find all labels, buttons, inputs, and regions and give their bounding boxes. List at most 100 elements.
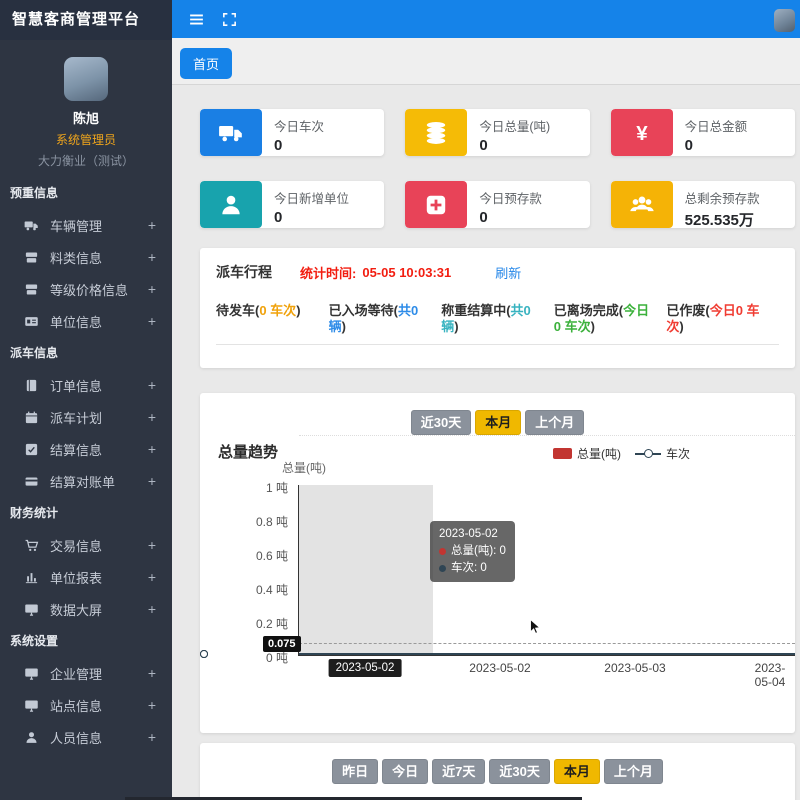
expand-plus-icon[interactable]: + [148,569,156,585]
tooltip-row: 车次: 0 [439,560,506,577]
y-tick-label: 1 吨 [200,479,288,496]
range-button[interactable]: 本月 [554,759,600,784]
expand-plus-icon[interactable]: + [148,665,156,681]
range-button[interactable]: 近7天 [432,759,485,784]
tooltip-series-dot [439,548,446,555]
expand-plus-icon[interactable]: + [148,473,156,489]
expand-plus-icon[interactable]: + [148,729,156,745]
legend-item-trips[interactable]: 车次 [635,445,690,462]
nav-item-icon [24,602,39,617]
stat-card: ¥ 今日总金额 0 [611,109,795,156]
sidebar-nav-item[interactable]: 数据大屏 + [0,593,172,625]
nav-item-icon [24,410,39,425]
stat-card: 今日预存款 0 [405,181,589,228]
header-avatar[interactable] [774,9,795,32]
nav-item-label: 企业管理 [50,664,102,683]
y-axis-name: 总量(吨) [282,459,326,476]
sidebar-nav-item[interactable]: 交易信息 + [0,529,172,561]
stat-icon [200,181,262,228]
nav-item-label: 派车计划 [50,408,102,427]
sidebar-nav-item[interactable]: 站点信息 + [0,689,172,721]
axis-pointer-shadow [299,485,433,655]
nav-item-label: 交易信息 [50,536,102,555]
expand-plus-icon[interactable]: + [148,217,156,233]
sidebar-nav-item[interactable]: 派车计划 + [0,401,172,433]
nav-item-label: 车辆管理 [50,216,102,235]
sidebar-nav-item[interactable]: 料类信息 + [0,241,172,273]
svg-text:¥: ¥ [636,122,648,145]
stat-card: 今日新增单位 0 [200,181,384,228]
nav-item-label: 结算信息 [50,440,102,459]
stat-icon [200,109,262,156]
expand-plus-icon[interactable]: + [148,313,156,329]
threshold-label: 0.075 [263,636,301,652]
legend-item-total[interactable]: 总量(吨) [553,445,621,462]
dispatch-tab[interactable]: 称重结算中(共0辆) [441,303,554,335]
expand-plus-icon[interactable]: + [148,281,156,297]
stat-icon [405,181,467,228]
dispatch-title: 派车行程 [216,262,272,282]
expand-plus-icon[interactable]: + [148,697,156,713]
expand-plus-icon[interactable]: + [148,441,156,457]
line-marker [200,650,208,658]
range-button[interactable]: 近30天 [489,759,549,784]
range-button[interactable]: 昨日 [332,759,378,784]
y-axis-line [298,485,299,655]
range-button[interactable]: 本月 [475,410,521,435]
menu-collapse-icon[interactable] [188,11,205,28]
dispatch-tab[interactable]: 已入场等待(共0辆) [329,303,442,335]
range-button[interactable]: 上个月 [525,410,584,435]
nav-item-icon [24,282,39,297]
sidebar-nav-item[interactable]: 结算对账单 + [0,465,172,497]
x-tick-label: 2023-05-03 [604,661,665,675]
dispatch-tabs: 待发车(0 车次) 已入场等待(共0辆) 称重结算中(共0辆) 已离场完成(今日… [216,303,779,345]
tab-home[interactable]: 首页 [180,48,232,79]
top-header [172,0,800,38]
range-button[interactable]: 上个月 [604,759,663,784]
dispatch-tab[interactable]: 已离场完成(今日0 车次) [554,303,667,335]
sidebar-nav-item[interactable]: 单位报表 + [0,561,172,593]
expand-plus-icon[interactable]: + [148,537,156,553]
sidebar-nav-item[interactable]: 结算信息 + [0,433,172,465]
fullscreen-icon[interactable] [221,11,238,28]
nav-item-label: 等级价格信息 [50,280,128,299]
expand-plus-icon[interactable]: + [148,601,156,617]
dispatch-card: 派车行程 统计时间: 05-05 10:03:31 刷新 待发车(0 车次) 已… [200,248,795,368]
expand-plus-icon[interactable]: + [148,409,156,425]
tooltip-row: 总量(吨): 0 [439,543,506,560]
sidebar-nav-item[interactable]: 车辆管理 + [0,209,172,241]
trend-chart-card: 近30天 本月 上个月 总量趋势 总量(吨) 车次 [200,393,795,733]
stats-grid: 今日车次 0 今日总量(吨) 0 ¥ [200,109,795,228]
stat-label: 总剩余预存款 [685,188,760,207]
stat-label: 今日总量(吨) [479,116,550,135]
stat-icon [405,109,467,156]
user-role: 系统管理员 [0,131,172,148]
refresh-link[interactable]: 刷新 [495,263,521,282]
main-area: 首页 今日车次 0 [172,0,800,800]
expand-plus-icon[interactable]: + [148,377,156,393]
stat-card: 今日车次 0 [200,109,384,156]
user-company: 大力衡业（测试） [0,152,172,169]
expand-plus-icon[interactable]: + [148,249,156,265]
dispatch-tab[interactable]: 待发车(0 车次) [216,303,329,335]
nav-item-icon [24,218,39,233]
stat-value: 525.535万 [685,209,760,228]
tooltip-series-dot [439,565,446,572]
stat-value: 0 [479,209,542,226]
sidebar-nav-item[interactable]: 人员信息 + [0,721,172,753]
sidebar-nav-item[interactable]: 订单信息 + [0,369,172,401]
stat-time-label: 统计时间: [300,263,356,282]
sidebar-nav-item[interactable]: 企业管理 + [0,657,172,689]
sidebar-nav-item[interactable]: 单位信息 + [0,305,172,337]
range-button[interactable]: 近30天 [411,410,471,435]
x-axis-line [298,655,795,656]
nav-section-header: 派车信息 [0,337,172,369]
sidebar: 智慧客商管理平台 陈旭 系统管理员 大力衡业（测试） 预重信息 车辆管理 + [0,0,172,800]
stat-value: 0 [274,209,349,226]
dispatch-tab[interactable]: 已作废(今日0 车次) [666,303,779,335]
user-avatar[interactable] [64,57,108,101]
range-button[interactable]: 今日 [382,759,428,784]
nav-item-label: 料类信息 [50,248,102,267]
y-tick-label: 0.2 吨 [200,615,288,632]
sidebar-nav-item[interactable]: 等级价格信息 + [0,273,172,305]
